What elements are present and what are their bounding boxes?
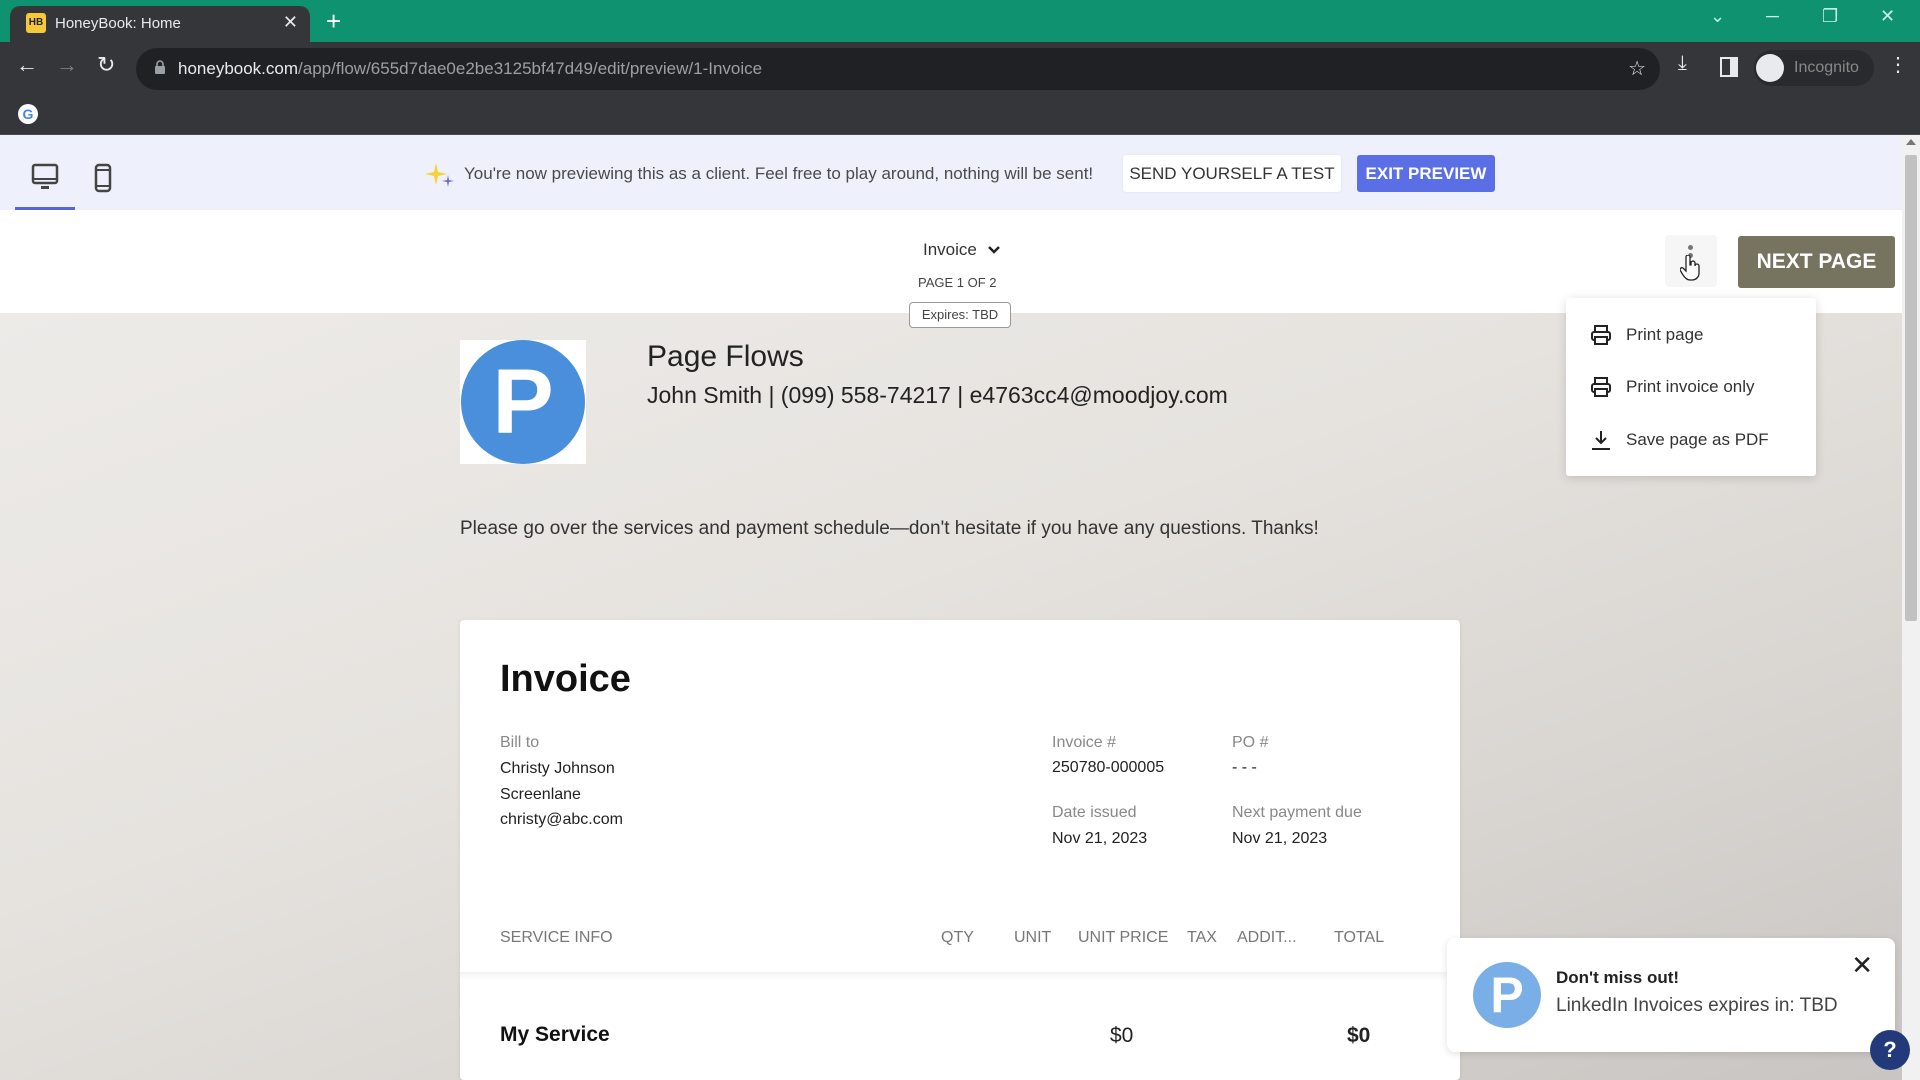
menu-item-print-invoice-only[interactable]: Print invoice only xyxy=(1566,362,1816,412)
bill-to-name: Christy Johnson xyxy=(500,760,615,777)
address-toolbar: ← → ↻ honeybook.com/app/flow/655d7dae0e2… xyxy=(0,42,1920,96)
col-unit: UNIT xyxy=(1014,929,1052,946)
browser-tab[interactable]: HB HoneyBook: Home ✕ xyxy=(10,6,310,42)
chrome-menu-icon[interactable]: ⋮ xyxy=(1888,52,1908,77)
exit-preview-button[interactable]: EXIT PREVIEW xyxy=(1357,155,1495,192)
page-selector-dropdown[interactable]: Invoice xyxy=(923,240,1001,260)
menu-item-label: Print page xyxy=(1626,325,1704,344)
service-unit-price: $0 xyxy=(1110,1024,1134,1047)
invoice-title: Invoice xyxy=(500,658,631,700)
col-service-info: SERVICE INFO xyxy=(500,929,613,946)
preview-message: You're now previewing this as a client. … xyxy=(464,164,1094,183)
incognito-profile-button[interactable]: Incognito xyxy=(1754,50,1874,86)
side-panel-icon[interactable] xyxy=(1720,57,1738,77)
business-name: Page Flows xyxy=(647,340,804,373)
more-options-menu: Print page Print invoice only Save page … xyxy=(1566,298,1816,476)
next-payment-date: Nov 21, 2023 xyxy=(1232,830,1328,847)
bookmarks-bar: G xyxy=(0,96,1920,135)
service-total: $0 xyxy=(1347,1024,1371,1047)
next-payment-label: Next payment due xyxy=(1232,804,1362,821)
tab-close-icon[interactable]: ✕ xyxy=(283,12,298,33)
forward-icon[interactable]: → xyxy=(56,52,78,78)
toast-title: Don't miss out! xyxy=(1556,968,1680,987)
menu-item-save-pdf[interactable]: Save page as PDF xyxy=(1566,415,1816,465)
menu-item-print-page[interactable]: Print page xyxy=(1566,310,1816,360)
po-value: - - - xyxy=(1232,759,1257,776)
toast-close-icon[interactable]: ✕ xyxy=(1851,950,1873,981)
lock-icon xyxy=(155,60,165,74)
restore-icon[interactable]: ❐ xyxy=(1822,6,1838,27)
printer-icon xyxy=(1591,377,1611,397)
po-label: PO # xyxy=(1232,734,1269,751)
col-additional: ADDIT... xyxy=(1237,929,1297,946)
date-issued-label: Date issued xyxy=(1052,804,1137,821)
col-total: TOTAL xyxy=(1334,929,1385,946)
expiry-toast: P Don't miss out! LinkedIn Invoices expi… xyxy=(1447,938,1895,1052)
send-yourself-test-button[interactable]: SEND YOURSELF A TEST xyxy=(1123,155,1341,192)
page-scrollbar[interactable] xyxy=(1902,135,1920,1080)
preview-banner: You're now previewing this as a client. … xyxy=(0,135,1902,210)
download-icon xyxy=(1592,431,1610,450)
col-qty: QTY xyxy=(941,929,974,946)
back-icon[interactable]: ← xyxy=(16,52,38,78)
date-issued: Nov 21, 2023 xyxy=(1052,830,1148,847)
profile-label: Incognito xyxy=(1794,59,1859,76)
business-logo: P xyxy=(460,340,586,464)
honeybook-favicon-icon: HB xyxy=(26,13,46,33)
service-name: My Service xyxy=(500,1023,610,1046)
url-domain: honeybook.com xyxy=(178,59,299,78)
invoice-number-label: Invoice # xyxy=(1052,734,1117,751)
bookmark-star-icon[interactable]: ☆ xyxy=(1628,56,1646,81)
page-selector-label: Invoice xyxy=(923,240,977,259)
page-indicator: PAGE 1 OF 2 xyxy=(918,275,997,290)
browser-tab-bar: HB HoneyBook: Home ✕ + ⌄ ─ ❐ ✕ xyxy=(0,0,1920,42)
new-tab-icon[interactable]: + xyxy=(326,6,341,36)
incognito-icon xyxy=(1756,54,1784,82)
menu-item-label: Save page as PDF xyxy=(1626,430,1769,449)
bill-to-label: Bill to xyxy=(500,734,540,751)
desktop-view-icon[interactable] xyxy=(30,163,60,191)
chevron-down-icon xyxy=(987,246,1000,254)
downloads-icon[interactable]: ⤓ xyxy=(1678,52,1687,75)
hand-cursor-icon xyxy=(1680,255,1700,281)
tab-title: HoneyBook: Home xyxy=(55,15,181,32)
toast-body: LinkedIn Invoices expires in: TBD xyxy=(1556,995,1838,1016)
tab-search-icon[interactable]: ⌄ xyxy=(1710,6,1725,27)
help-button[interactable]: ? xyxy=(1870,1030,1910,1070)
bill-to-company: Screenlane xyxy=(500,786,581,803)
reload-icon[interactable]: ↻ xyxy=(97,52,115,78)
intro-message: Please go over the services and payment … xyxy=(460,518,1319,539)
invoice-number: 250780-000005 xyxy=(1052,759,1165,776)
url-text: honeybook.com/app/flow/655d7dae0e2be3125… xyxy=(178,59,762,79)
minimize-icon[interactable]: ─ xyxy=(1766,6,1779,27)
printer-icon xyxy=(1591,325,1611,345)
business-contact: John Smith | (099) 558-74217 | e4763cc4@… xyxy=(647,382,1228,408)
bill-to-email: christy@abc.com xyxy=(500,811,623,828)
expires-badge: Expires: TBD xyxy=(909,302,1011,328)
google-bookmark-icon[interactable]: G xyxy=(18,104,38,124)
next-page-button[interactable]: NEXT PAGE xyxy=(1738,236,1895,288)
invoice-card: Invoice Bill to Christy Johnson Screenla… xyxy=(460,620,1460,1080)
table-header-divider xyxy=(460,972,1460,980)
col-tax: TAX xyxy=(1187,929,1217,946)
col-unit-price: UNIT PRICE xyxy=(1078,929,1169,946)
scrollbar-thumb[interactable] xyxy=(1905,155,1917,621)
scroll-up-arrow-icon[interactable] xyxy=(1906,139,1916,145)
sparkle-icon xyxy=(425,163,454,187)
mobile-view-icon[interactable] xyxy=(94,163,112,193)
menu-item-label: Print invoice only xyxy=(1626,377,1755,396)
toast-avatar: P xyxy=(1473,962,1541,1028)
window-close-icon[interactable]: ✕ xyxy=(1880,6,1895,27)
url-path: /app/flow/655d7dae0e2be3125bf47d49/edit/… xyxy=(298,59,763,78)
url-bar[interactable]: honeybook.com/app/flow/655d7dae0e2be3125… xyxy=(136,48,1660,90)
logo-letter: P xyxy=(461,340,585,464)
